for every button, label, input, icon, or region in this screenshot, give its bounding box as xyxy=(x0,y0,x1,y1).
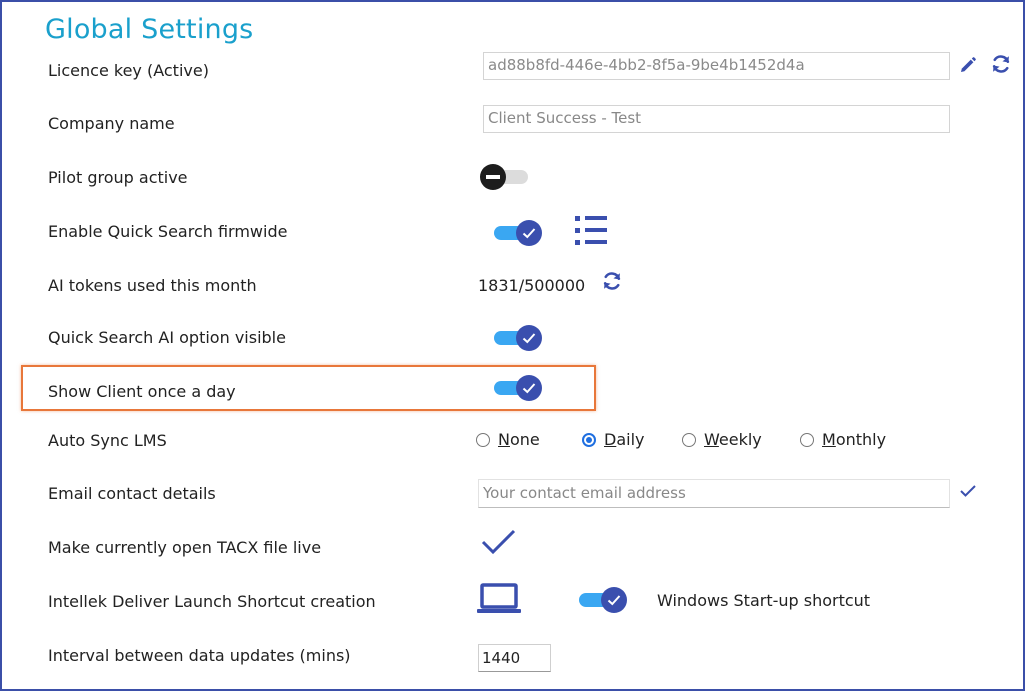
check-icon xyxy=(516,375,542,401)
make-live-label: Make currently open TACX file live xyxy=(48,538,322,557)
confirm-email-check-icon[interactable] xyxy=(959,484,977,498)
show-client-label: Show Client once a day xyxy=(48,382,236,401)
qs-ai-visible-toggle[interactable] xyxy=(492,323,544,353)
interval-input[interactable]: 1440 xyxy=(478,644,551,672)
company-name-label: Company name xyxy=(48,114,175,133)
make-live-check-icon[interactable] xyxy=(481,528,517,556)
licence-key-label: Licence key (Active) xyxy=(48,61,209,80)
startup-shortcut-label: Windows Start-up shortcut xyxy=(657,591,871,610)
list-icon[interactable] xyxy=(573,213,609,249)
ai-tokens-label: AI tokens used this month xyxy=(48,276,257,295)
qs-ai-visible-label: Quick Search AI option visible xyxy=(48,328,286,347)
settings-panel: Global Settings Licence key (Active) ad8… xyxy=(0,0,1025,691)
toggle-off-minus-icon xyxy=(480,164,506,190)
refresh-tokens-icon[interactable] xyxy=(601,270,623,292)
page-title: Global Settings xyxy=(45,14,254,45)
laptop-icon[interactable] xyxy=(476,583,522,615)
edit-pencil-icon[interactable] xyxy=(959,56,977,74)
radio-none[interactable]: None xyxy=(476,430,540,449)
radio-weekly[interactable]: Weekly xyxy=(682,430,762,449)
quick-search-label: Enable Quick Search firmwide xyxy=(48,222,288,241)
radio-daily[interactable]: Daily xyxy=(582,430,645,449)
email-contact-label: Email contact details xyxy=(48,484,216,503)
check-icon xyxy=(601,587,627,613)
check-icon xyxy=(516,325,542,351)
radio-monthly[interactable]: Monthly xyxy=(800,430,886,449)
pilot-group-label: Pilot group active xyxy=(48,168,188,187)
interval-label: Interval between data updates (mins) xyxy=(48,646,351,665)
quick-search-toggle[interactable] xyxy=(492,218,544,248)
launch-shortcut-label: Intellek Deliver Launch Shortcut creatio… xyxy=(48,592,376,611)
company-name-field[interactable]: Client Success - Test xyxy=(483,105,950,133)
pilot-group-toggle[interactable] xyxy=(480,162,532,192)
refresh-licence-icon[interactable] xyxy=(990,53,1012,75)
show-client-toggle[interactable] xyxy=(492,373,544,403)
licence-key-field[interactable]: ad88b8fd-446e-4bb2-8f5a-9be4b1452d4a xyxy=(483,52,950,80)
ai-tokens-value: 1831/500000 xyxy=(478,276,586,295)
email-field[interactable]: Your contact email address xyxy=(478,479,950,508)
startup-shortcut-toggle[interactable] xyxy=(577,585,629,615)
check-icon xyxy=(516,220,542,246)
auto-sync-label: Auto Sync LMS xyxy=(48,431,167,450)
